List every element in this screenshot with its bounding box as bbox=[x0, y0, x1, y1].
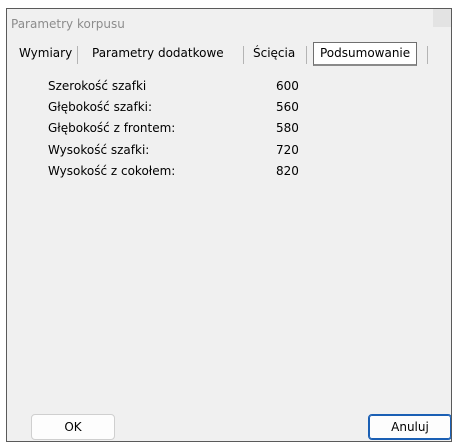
summary-value: 560 bbox=[276, 100, 299, 114]
window-control-button[interactable] bbox=[433, 9, 451, 27]
summary-value: 820 bbox=[276, 164, 299, 178]
tab-separator bbox=[77, 46, 78, 64]
summary-label: Wysokość szafki: bbox=[48, 143, 150, 157]
summary-label: Szerokość szafki bbox=[48, 79, 147, 93]
summary-label: Głębokość szafki: bbox=[48, 100, 153, 114]
summary-row-wysokosc: Wysokość szafki: 720 bbox=[11, 143, 449, 163]
summary-label: Wysokość z cokołem: bbox=[48, 164, 176, 178]
tab-podsumowanie[interactable]: Podsumowanie bbox=[313, 42, 418, 66]
tab-parametry-dodatkowe[interactable]: Parametry dodatkowe bbox=[92, 42, 224, 66]
summary-panel: Szerokość szafki 600 Głębokość szafki: 5… bbox=[11, 69, 449, 391]
tab-separator bbox=[243, 46, 244, 64]
ok-button[interactable]: OK bbox=[31, 414, 115, 440]
tab-sciecia[interactable]: Ścięcia bbox=[253, 42, 295, 66]
summary-value: 720 bbox=[276, 143, 299, 157]
tab-strip: Wymiary Parametry dodatkowe Ścięcia Pods… bbox=[7, 42, 451, 68]
summary-row-szerokosc: Szerokość szafki 600 bbox=[11, 79, 449, 99]
tab-separator bbox=[427, 46, 428, 64]
summary-row-glebokosc-z-frontem: Głębokość z frontem: 580 bbox=[11, 121, 449, 141]
tab-wymiary[interactable]: Wymiary bbox=[19, 42, 72, 66]
dialog-window: Parametry korpusu Wymiary Parametry doda… bbox=[6, 8, 452, 442]
title-bar[interactable]: Parametry korpusu bbox=[7, 9, 451, 37]
tab-separator bbox=[306, 46, 307, 64]
summary-value: 600 bbox=[276, 79, 299, 93]
summary-label: Głębokość z frontem: bbox=[48, 121, 176, 135]
summary-row-wysokosc-z-cokolem: Wysokość z cokołem: 820 bbox=[11, 164, 449, 184]
summary-row-glebokosc: Głębokość szafki: 560 bbox=[11, 100, 449, 120]
window-title: Parametry korpusu bbox=[11, 17, 125, 31]
cancel-button[interactable]: Anuluj bbox=[368, 414, 451, 440]
summary-value: 580 bbox=[276, 121, 299, 135]
